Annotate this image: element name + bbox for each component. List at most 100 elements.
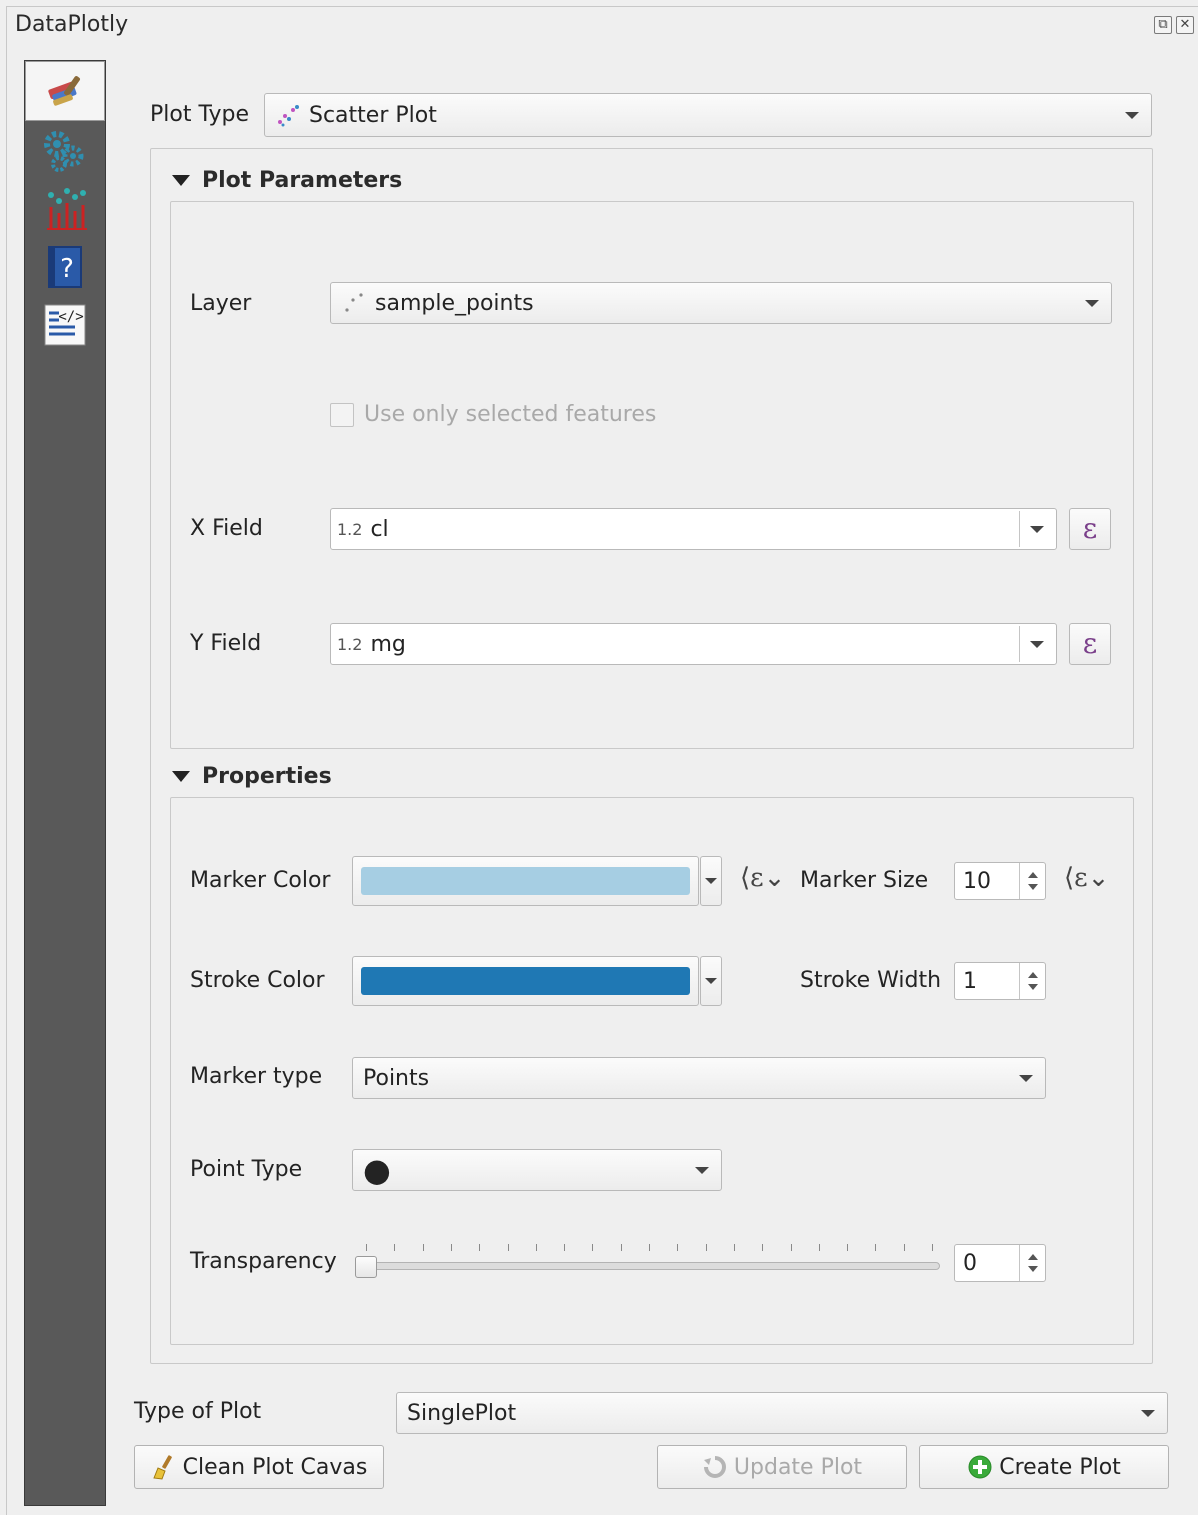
update-plot-label: Update Plot (733, 1454, 863, 1480)
collapse-triangle-icon (172, 771, 190, 782)
filled-circle-icon: ● (363, 1151, 391, 1189)
marker-color-button[interactable] (352, 856, 699, 906)
stroke-width-label: Stroke Width (800, 968, 942, 993)
transparency-value: 0 (963, 1250, 977, 1276)
chevron-down-icon (1141, 1410, 1155, 1417)
gears-icon (44, 131, 84, 172)
refresh-icon (703, 1456, 726, 1478)
plot-parameters-title: Plot Parameters (202, 168, 403, 193)
slider-tick (621, 1244, 622, 1251)
chevron-down-icon (1085, 300, 1099, 307)
stroke-color-label: Stroke Color (190, 968, 325, 993)
sidebar-item-help[interactable]: ? (25, 239, 105, 295)
stroke-color-button[interactable] (352, 956, 699, 1006)
y-field-expression-button[interactable]: ε (1069, 623, 1111, 665)
transparency-label: Transparency (190, 1249, 337, 1274)
chevron-down-icon (705, 978, 717, 984)
sidebar-item-plot-properties[interactable] (25, 61, 105, 121)
slider-tick (592, 1244, 593, 1251)
type-of-plot-label: Type of Plot (134, 1399, 262, 1424)
marker-size-label: Marker Size (800, 868, 929, 893)
spin-buttons[interactable] (1019, 863, 1045, 899)
point-layer-icon (345, 293, 363, 312)
marker-type-combo[interactable]: Points (352, 1057, 1046, 1099)
slider-tick (847, 1244, 848, 1251)
clean-plot-canvas-button[interactable]: Clean Plot Cavas (134, 1445, 384, 1489)
chart-icon (47, 188, 87, 230)
selected-features-checkbox[interactable] (330, 403, 354, 427)
plot-type-label: Plot Type (150, 102, 249, 127)
create-plot-button[interactable]: Create Plot (919, 1445, 1169, 1489)
stroke-color-swatch (361, 967, 690, 995)
sidebar-item-settings[interactable] (25, 123, 105, 179)
numeric-type-icon: 1.2 (337, 519, 363, 539)
y-field-label: Y Field (190, 631, 262, 656)
point-type-combo[interactable]: ● (352, 1149, 722, 1191)
broom-icon (152, 1455, 172, 1480)
sidebar-item-code[interactable]: </> (25, 297, 105, 353)
properties-title: Properties (202, 764, 332, 789)
marker-color-dropdown[interactable] (700, 856, 722, 906)
update-plot-button[interactable]: Update Plot (657, 1445, 907, 1489)
layer-label: Layer (190, 291, 252, 316)
close-icon[interactable]: ✕ (1176, 16, 1194, 34)
plot-type-combo[interactable]: Scatter Plot (264, 93, 1152, 137)
stroke-width-spinbox[interactable]: 1 (954, 962, 1046, 1000)
slider-tick (762, 1244, 763, 1251)
create-plot-label: Create Plot (999, 1454, 1121, 1480)
x-field-expression-button[interactable]: ε (1069, 508, 1111, 550)
float-icon[interactable]: ⧉ (1154, 16, 1172, 34)
transparency-spinbox[interactable]: 0 (954, 1244, 1046, 1282)
combo-separator (1019, 626, 1020, 662)
chevron-down-icon (705, 878, 717, 884)
slider-tick (791, 1244, 792, 1251)
marker-size-value: 10 (963, 868, 991, 894)
combo-separator (1019, 511, 1020, 547)
marker-size-data-defined-icon[interactable]: ⟨ε⌄ (1064, 863, 1109, 893)
marker-color-data-defined-icon[interactable]: ⟨ε⌄ (740, 863, 785, 893)
marker-color-swatch (361, 867, 690, 895)
y-field-value: mg (370, 631, 406, 657)
slider-tick (423, 1244, 424, 1251)
sidebar-item-plot-canvas[interactable] (25, 181, 105, 237)
marker-color-label: Marker Color (190, 868, 331, 893)
dock-title: DataPlotly (15, 12, 129, 37)
code-icon: </> (44, 304, 86, 346)
transparency-slider-track[interactable] (366, 1262, 940, 1270)
slider-tick (677, 1244, 678, 1251)
selected-features-label: Use only selected features (364, 402, 657, 427)
paint-brush-icon (48, 76, 80, 106)
x-field-combo[interactable]: 1.2 cl (330, 508, 1057, 550)
transparency-slider-handle[interactable] (355, 1256, 377, 1278)
sidebar: ? </> (24, 60, 106, 1506)
slider-tick (394, 1244, 395, 1251)
properties-header[interactable]: Properties (172, 764, 332, 789)
slider-tick (904, 1244, 905, 1251)
type-of-plot-combo[interactable]: SinglePlot (396, 1392, 1168, 1434)
stroke-color-dropdown[interactable] (700, 956, 722, 1006)
spin-buttons[interactable] (1019, 963, 1045, 999)
svg-text:?: ? (60, 254, 74, 284)
y-field-combo[interactable]: 1.2 mg (330, 623, 1057, 665)
marker-size-spinbox[interactable]: 10 (954, 862, 1046, 900)
point-type-label: Point Type (190, 1157, 303, 1182)
layer-value: sample_points (375, 290, 534, 316)
numeric-type-icon: 1.2 (337, 634, 363, 654)
spin-buttons[interactable] (1019, 1245, 1045, 1281)
slider-tick (875, 1244, 876, 1251)
collapse-triangle-icon (172, 175, 190, 186)
plus-circle-icon (968, 1455, 992, 1479)
marker-type-label: Marker type (190, 1064, 323, 1089)
slider-tick (366, 1244, 367, 1251)
chevron-down-icon (1030, 641, 1044, 648)
slider-tick (649, 1244, 650, 1251)
stroke-width-value: 1 (963, 968, 977, 994)
clean-plot-canvas-label: Clean Plot Cavas (182, 1454, 368, 1480)
slider-tick (819, 1244, 820, 1251)
slider-tick (706, 1244, 707, 1251)
plot-parameters-header[interactable]: Plot Parameters (172, 168, 402, 193)
layer-combo[interactable]: sample_points (330, 282, 1112, 324)
slider-tick (932, 1244, 933, 1251)
x-field-label: X Field (190, 516, 263, 541)
chevron-down-icon (1030, 526, 1044, 533)
